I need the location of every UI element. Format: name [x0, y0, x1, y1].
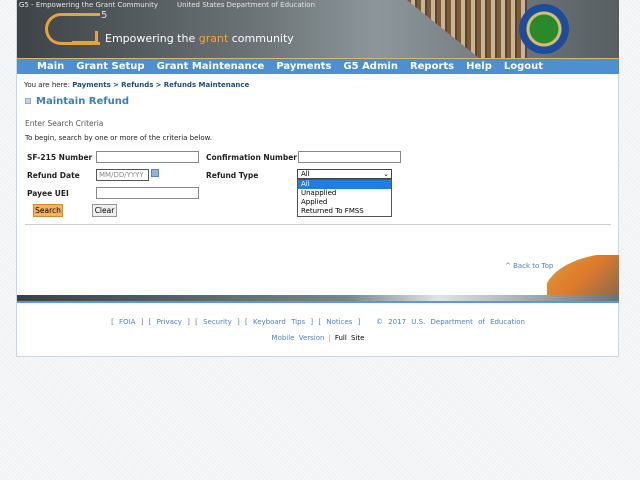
option-applied[interactable]: Applied	[298, 198, 391, 207]
tagline: Empowering the grant community	[105, 32, 294, 45]
confirmation-label: Confirmation Number	[206, 153, 297, 162]
breadcrumb-payments[interactable]: Payments	[72, 81, 111, 89]
nav-main[interactable]: Main	[37, 59, 64, 74]
breadcrumb-prefix: You are here:	[24, 81, 70, 89]
intro-text: To begin, search by one or more of the c…	[25, 134, 212, 142]
refund-type-select[interactable]: ⌄ All	[297, 169, 392, 179]
mobile-version-link[interactable]: Mobile Version	[272, 334, 325, 342]
chevron-down-icon: ⌄	[383, 170, 389, 178]
g5-logo-sup: 5	[101, 10, 108, 21]
page-title: Maintain Refund	[25, 96, 129, 107]
refund-type-label: Refund Type	[206, 171, 259, 180]
footer-notices[interactable]: Notices	[326, 318, 352, 326]
g5-logo-stroke	[72, 31, 98, 44]
search-button[interactable]: Search	[33, 204, 63, 217]
g5-logo-alt: G5 - Empowering the Grant Community	[19, 1, 159, 9]
divider	[25, 224, 611, 225]
back-to-top-link[interactable]: ^ Back to Top	[505, 262, 553, 270]
page-title-text: Maintain Refund	[36, 96, 130, 107]
sf215-input[interactable]	[96, 151, 199, 163]
header-banner: G5 - Empowering the Grant Community Unit…	[17, 0, 619, 58]
classroom-image	[547, 255, 619, 295]
nav-logout[interactable]: Logout	[504, 59, 543, 74]
footer-band	[17, 295, 619, 303]
copyright: © 2017 U.S. Department of Education	[376, 318, 525, 326]
breadcrumb-sep: >	[113, 81, 119, 89]
tagline-post: community	[228, 32, 294, 45]
nav-grant-maintenance[interactable]: Grant Maintenance	[157, 59, 265, 74]
breadcrumb-sep: >	[155, 81, 162, 89]
nav-reports[interactable]: Reports	[410, 59, 454, 74]
breadcrumb-refunds[interactable]: Refunds	[121, 81, 153, 89]
nav-payments[interactable]: Payments	[276, 59, 331, 74]
refund-date-input[interactable]: MM/DD/YYYY	[96, 169, 149, 181]
tagline-accent: grant	[198, 32, 229, 45]
payee-uei-input[interactable]	[96, 187, 199, 199]
refund-type-value: All	[301, 170, 310, 178]
footer-security[interactable]: Security	[203, 318, 232, 326]
nav-help[interactable]: Help	[466, 59, 492, 74]
calendar-icon[interactable]	[151, 169, 159, 177]
tagline-pre: Empowering the	[105, 32, 199, 45]
footer-links: [ FOIA ] [ Privacy ] [ Security ] [ Keyb…	[111, 318, 525, 326]
sf215-label: SF-215 Number	[27, 153, 93, 162]
bookshelf-image	[407, 0, 527, 58]
footer-foia[interactable]: FOIA	[119, 318, 135, 326]
footer-keyboard-tips[interactable]: Keyboard Tips	[253, 318, 305, 326]
payee-uei-label: Payee UEI	[27, 189, 69, 198]
site-version: Mobile Version | Full Site	[271, 334, 365, 342]
footer-privacy[interactable]: Privacy	[157, 318, 182, 326]
clear-button[interactable]: Clear	[92, 204, 117, 217]
department-seal-icon	[519, 4, 569, 54]
breadcrumb: You are here: Payments > Refunds > Refun…	[24, 81, 249, 89]
option-all[interactable]: All	[298, 180, 391, 189]
option-returned-to-fmss[interactable]: Returned To FMSS	[298, 207, 391, 216]
nav-g5-admin[interactable]: G5 Admin	[343, 59, 398, 74]
confirmation-input[interactable]	[298, 151, 401, 163]
breadcrumb-refunds-maintenance[interactable]: Refunds Maintenance	[164, 81, 250, 89]
title-bullet-icon	[25, 98, 31, 104]
nav-grant-setup[interactable]: Grant Setup	[76, 59, 144, 74]
refund-date-label: Refund Date	[27, 171, 80, 180]
section-title: Enter Search Criteria	[25, 119, 104, 128]
main-nav: Main Grant Setup Grant Maintenance Payme…	[17, 58, 619, 74]
ed-seal-alt: United States Department of Education	[177, 1, 316, 9]
option-unapplied[interactable]: Unapplied	[298, 189, 391, 198]
refund-type-dropdown: All Unapplied Applied Returned To FMSS	[297, 179, 392, 217]
full-site: Full Site	[334, 334, 365, 342]
